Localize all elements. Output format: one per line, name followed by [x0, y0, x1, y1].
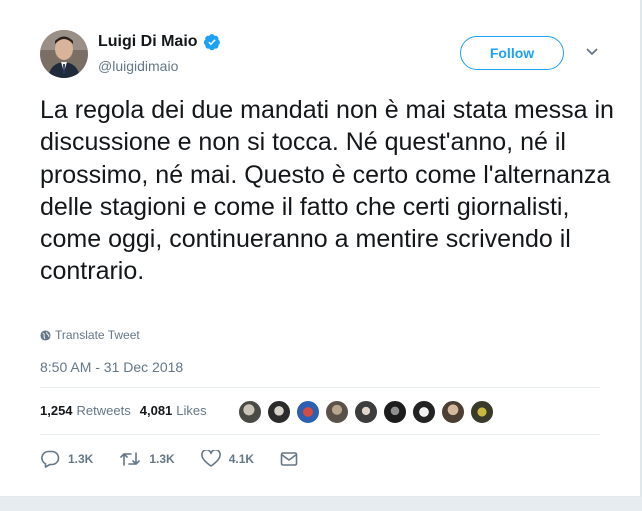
liker-avatar[interactable] [412, 400, 436, 424]
chevron-down-icon[interactable] [585, 47, 599, 57]
tweet-timestamp[interactable]: 8:50 AM - 31 Dec 2018 [40, 359, 183, 375]
retweet-button[interactable]: 1.3K [119, 450, 175, 468]
reply-icon [41, 450, 60, 468]
likers-avatars [238, 400, 499, 424]
reply-count: 1.3K [68, 452, 94, 466]
tweet-text: La regola dei due mandati non è mai stat… [40, 96, 614, 286]
tweet-card: Luigi Di Maio @luigidimaio Follow La reg… [0, 0, 642, 497]
retweet-count: 1.3K [149, 452, 175, 466]
liker-avatar[interactable] [470, 400, 494, 424]
like-count: 4.1K [228, 452, 255, 466]
verified-badge-icon [203, 34, 220, 51]
likes-stat[interactable]: 4,081 Likes [140, 403, 207, 418]
liker-avatar[interactable] [267, 400, 291, 424]
reply-button[interactable]: 1.3K [40, 450, 93, 468]
user-name-row[interactable]: Luigi Di Maio [98, 33, 221, 51]
retweet-icon [120, 452, 141, 466]
globe-icon [40, 329, 51, 341]
translate-tweet-link[interactable]: Translate Tweet [40, 328, 140, 342]
translate-label[interactable]: Translate Tweet [55, 328, 140, 342]
liker-avatar[interactable] [383, 400, 407, 424]
tweet-stats: 1,254 Retweets 4,081 Likes [40, 403, 216, 418]
follow-button[interactable]: Follow [460, 36, 564, 70]
liker-avatar[interactable] [325, 400, 349, 424]
liker-avatar[interactable] [354, 400, 378, 424]
divider [40, 434, 600, 435]
direct-message-button[interactable] [280, 451, 306, 467]
liker-avatar[interactable] [238, 400, 262, 424]
divider [40, 387, 600, 388]
retweets-stat[interactable]: 1,254 Retweets [40, 403, 131, 418]
user-name[interactable]: Luigi Di Maio [98, 33, 198, 51]
liker-avatar[interactable] [441, 400, 465, 424]
user-handle[interactable]: @luigidimaio [98, 58, 178, 74]
heart-icon [200, 450, 221, 467]
like-button[interactable]: 4.1K [200, 450, 255, 468]
avatar[interactable] [40, 30, 88, 78]
tweet-actions: 1.3K 1.3K 4.1K [40, 450, 332, 468]
envelope-icon [280, 452, 298, 466]
liker-avatar[interactable] [296, 400, 320, 424]
